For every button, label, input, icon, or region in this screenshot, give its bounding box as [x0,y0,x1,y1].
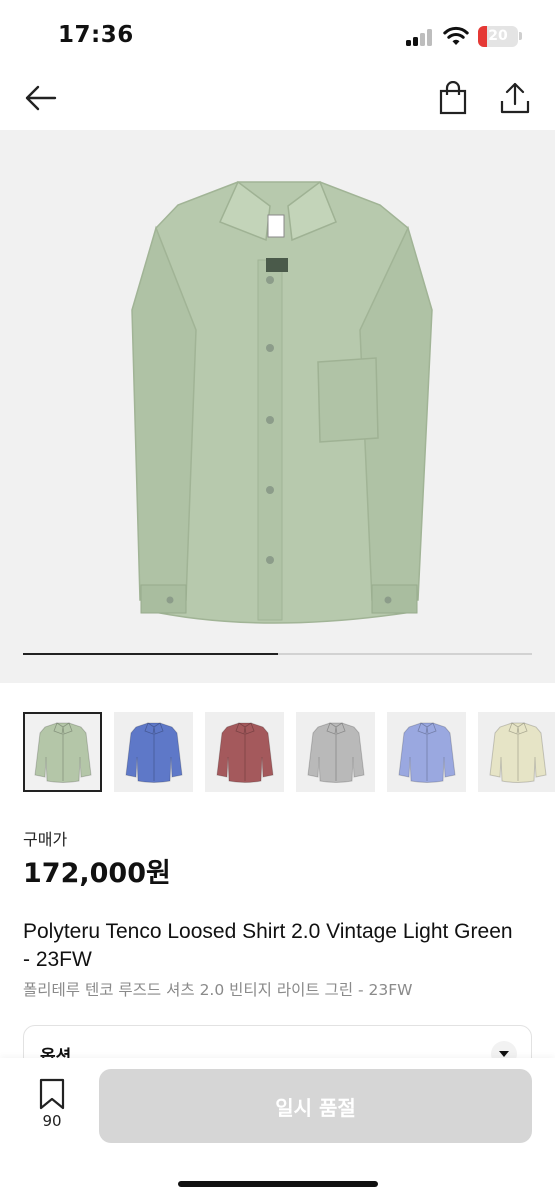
thumbnail-item[interactable] [296,712,375,792]
home-indicator [178,1181,378,1187]
bookmark-count: 90 [42,1112,62,1130]
battery-icon: 20 [478,26,518,47]
bookmark-button[interactable]: 90 [26,1078,78,1134]
image-progress-fill [23,653,278,655]
product-photo [131,180,433,624]
thumbnail-item[interactable] [478,712,555,792]
price: 172,000원 [23,858,171,889]
shopping-bag-icon [439,81,467,115]
back-button[interactable] [20,80,60,116]
product-title-en: Polyteru Tenco Loosed Shirt 2.0 Vintage … [23,920,513,971]
wifi-icon [443,26,469,45]
thumbnail-item[interactable] [387,712,466,792]
thumbnail-item[interactable] [114,712,193,792]
thumbnail-shirt [306,722,365,783]
cart-button[interactable] [434,78,472,118]
thumbnail-strip[interactable] [23,712,555,792]
arrow-left-icon [25,85,57,111]
status-bar: 17:36 20 [0,0,555,64]
share-icon [500,82,530,114]
thumbnail-shirt [397,722,456,783]
share-button[interactable] [495,78,535,118]
image-progress-track [23,653,532,655]
battery-tip [519,32,522,40]
sold-out-button[interactable]: 일시 품절 [99,1069,532,1143]
thumbnail-shirt [215,722,274,783]
product-image[interactable] [0,130,555,683]
thumbnail-item[interactable] [205,712,284,792]
thumbnail-shirt [33,722,92,783]
status-time: 17:36 [58,22,134,48]
battery-level: 20 [488,28,508,44]
thumbnail-item[interactable] [23,712,102,792]
price-label: 구매가 [23,830,68,849]
product-title-ko: 폴리테루 텐코 루즈드 셔츠 2.0 빈티지 라이트 그린 - 23FW [23,981,413,999]
thumbnail-shirt [124,722,183,783]
cellular-signal-icon [406,28,434,46]
thumbnail-shirt [488,722,547,783]
bookmark-icon [39,1078,65,1110]
